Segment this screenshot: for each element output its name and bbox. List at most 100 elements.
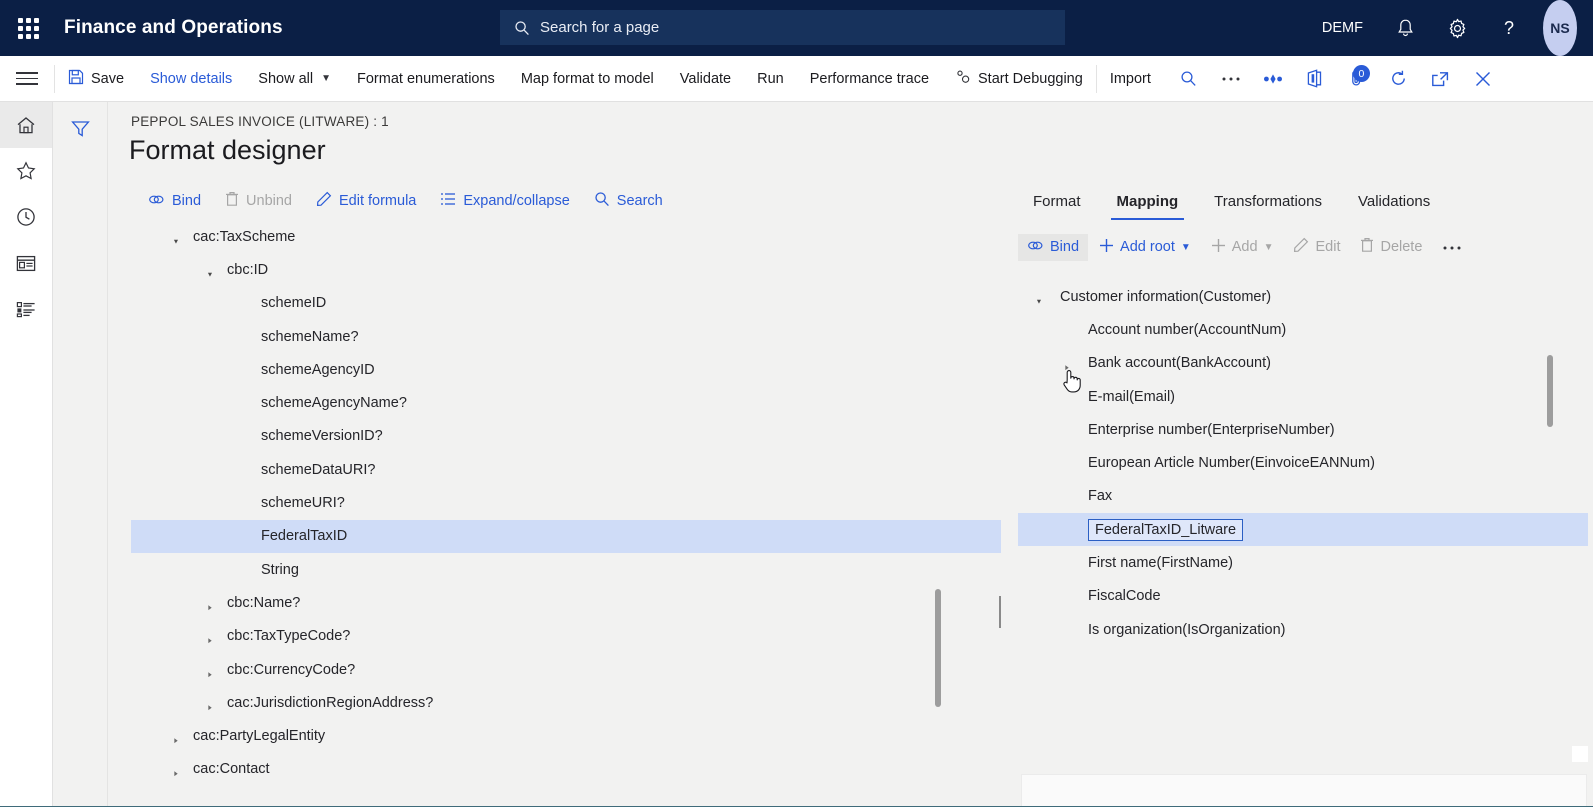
tree-node[interactable]: ► cac:Contact [131,753,1001,786]
format-enumerations-button[interactable]: Format enumerations [344,56,508,101]
bind-button[interactable]: Bind [138,189,211,214]
tab-validations[interactable]: Validations [1340,187,1448,220]
run-button[interactable]: Run [744,56,797,101]
tree-node[interactable]: ► cbc:TaxTypeCode? [131,620,1001,653]
attachments-icon[interactable]: 0 [1336,56,1378,101]
tree-node[interactable]: schemeDataURI? [131,453,1001,486]
chevron-right-icon[interactable]: ► [206,703,215,711]
office-icon[interactable] [1294,56,1336,101]
mapping-tree[interactable]: ▼ Customer information(Customer) Account n… [1018,280,1588,740]
expand-collapse-button[interactable]: Expand/collapse [430,188,579,214]
settings-gear-icon[interactable] [1431,0,1483,56]
tree-node[interactable]: schemeVersionID? [131,420,1001,453]
page-title: Format designer [129,135,326,165]
format-tree-scrollbar-thumb[interactable] [935,589,941,707]
panel-splitter-handle[interactable] [999,596,1004,628]
tree-node[interactable]: ► cbc:CurrencyCode? [131,653,1001,686]
import-button[interactable]: Import [1097,56,1164,101]
nav-menu-hamburger-icon[interactable] [0,56,54,101]
filter-icon[interactable] [53,102,108,148]
chevron-down-icon[interactable]: ▼ [1034,298,1045,304]
tree-node[interactable]: ► Bank account(BankAccount) [1018,347,1588,380]
chevron-right-icon[interactable]: ► [1063,363,1072,372]
global-search-box[interactable]: Search for a page [500,10,1065,45]
tree-node[interactable]: Account number(AccountNum) [1018,313,1588,346]
mapping-tree-scrollbar-thumb[interactable] [1547,355,1553,427]
mapping-overflow-button[interactable] [1433,234,1471,260]
show-all-dropdown[interactable]: Show all ▼ [245,56,344,101]
start-debugging-button[interactable]: Start Debugging [942,56,1096,101]
app-launcher-icon[interactable] [0,0,56,56]
search-icon[interactable] [1168,56,1210,101]
chevron-right-icon[interactable]: ► [172,736,181,745]
chevron-down-icon[interactable]: ▼ [171,238,182,244]
tree-node[interactable]: ▼ cac:TaxScheme [131,220,1001,253]
tree-node[interactable]: schemeName? [131,320,1001,353]
tree-node[interactable]: FederalTaxID_Litware [1018,513,1588,547]
add-root-button[interactable]: Add root ▼ [1090,233,1200,262]
tree-node[interactable]: ► cac:JurisdictionRegionAddress? [131,686,1001,719]
tree-node[interactable]: schemeAgencyName? [131,386,1001,419]
tree-node[interactable]: schemeURI? [131,486,1001,519]
tree-node[interactable]: ► cbc:Name? [131,586,1001,619]
chevron-right-icon[interactable]: ► [206,603,215,611]
tab-mapping[interactable]: Mapping [1099,187,1197,220]
rail-item-home[interactable] [0,102,52,148]
tree-node[interactable]: ► cac:PartyLegalEntity [131,719,1001,752]
tree-node-label: Is organization(IsOrganization) [1088,621,1286,638]
tree-node[interactable]: ▼ Customer information(Customer) [1018,280,1588,313]
left-navigation-rail [0,102,53,810]
validate-button[interactable]: Validate [667,56,744,101]
tree-node[interactable]: schemeAgencyID [131,353,1001,386]
share-icon[interactable] [1252,56,1294,101]
save-button[interactable]: Save [55,56,137,101]
resize-grip[interactable] [1572,746,1588,762]
top-bar-right-cluster: DEMF ? NS [1306,0,1593,56]
tree-node[interactable]: First name(FirstName) [1018,546,1588,579]
rail-item-modules[interactable] [0,286,52,332]
show-details-button[interactable]: Show details [137,56,245,101]
chevron-right-icon[interactable]: ► [206,636,215,645]
chevron-right-icon[interactable]: ► [172,769,181,778]
chevron-down-icon[interactable]: ▼ [205,271,216,277]
debug-icon [955,69,971,89]
tree-node[interactable]: FiscalCode [1018,580,1588,613]
tree-node-label: Account number(AccountNum) [1088,321,1287,338]
format-tree[interactable]: ▼ cac:TaxScheme ▼ cbc:ID schemeID schemeName?… [131,220,1001,805]
search-tree-button[interactable]: Search [584,187,673,215]
tree-node[interactable]: E-mail(Email) [1018,380,1588,413]
tree-node[interactable]: ▼ cbc:ID [131,253,1001,286]
tab-transformations[interactable]: Transformations [1196,187,1340,220]
mapping-action-bar[interactable]: Bind Add root ▼ Add ▼ Edit Delete [1018,232,1471,262]
close-icon[interactable] [1462,56,1504,101]
rail-item-workspaces[interactable] [0,240,52,286]
refresh-icon[interactable] [1378,56,1420,101]
rail-item-favorites[interactable] [0,148,52,194]
tree-node[interactable]: Enterprise number(EnterpriseNumber) [1018,413,1588,446]
chevron-down-icon: ▼ [1180,241,1191,253]
user-avatar[interactable]: NS [1543,0,1577,56]
notifications-bell-icon[interactable] [1379,0,1431,56]
chevron-right-icon[interactable]: ► [206,670,215,678]
chevron-down-icon: ▼ [321,73,331,84]
bind-button[interactable]: Bind [1018,233,1089,261]
rail-item-recent[interactable] [0,194,52,240]
tree-node[interactable]: Fax [1018,480,1588,513]
tree-node-label: E-mail(Email) [1088,388,1175,405]
edit-formula-button[interactable]: Edit formula [306,187,426,215]
tree-node[interactable]: FederalTaxID [131,519,1001,553]
plus-icon [1099,238,1114,257]
help-icon[interactable]: ? [1483,0,1535,56]
tree-node[interactable]: Is organization(IsOrganization) [1018,613,1588,646]
company-selector[interactable]: DEMF [1306,0,1379,56]
popout-icon[interactable] [1420,56,1462,101]
tree-node[interactable]: European Article Number(EinvoiceEANNum) [1018,446,1588,479]
trash-icon [1360,237,1374,257]
right-pane-tabs[interactable]: Format Mapping Transformations Validations [1015,187,1448,220]
overflow-icon[interactable] [1210,56,1252,101]
tree-node[interactable]: String [131,553,1001,586]
map-format-to-model-button[interactable]: Map format to model [508,56,667,101]
performance-trace-button[interactable]: Performance trace [797,56,942,101]
tab-format[interactable]: Format [1015,187,1099,220]
tree-node[interactable]: schemeID [131,287,1001,320]
